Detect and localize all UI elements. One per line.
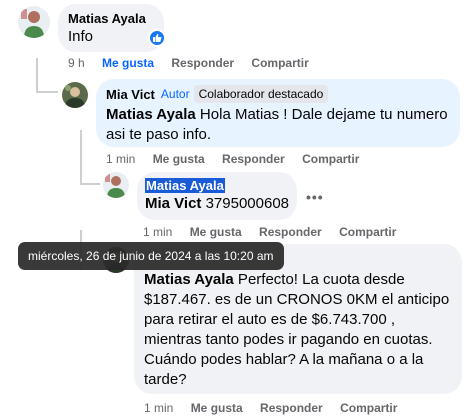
- reply-actions: 1 min Me gusta Responder Compartir: [106, 152, 373, 166]
- selected-text: Matias Ayala: [145, 178, 225, 193]
- like-button[interactable]: Me gusta: [102, 56, 154, 70]
- comment-text: Info: [68, 28, 94, 45]
- thread-line: [80, 183, 100, 185]
- reply-button[interactable]: Responder: [222, 152, 285, 166]
- share-button[interactable]: Compartir: [251, 56, 308, 70]
- reply-button[interactable]: Responder: [171, 56, 234, 70]
- avatar[interactable]: [18, 6, 50, 38]
- reply-button[interactable]: Responder: [260, 401, 323, 415]
- like-button[interactable]: Me gusta: [191, 401, 243, 415]
- comment-actions: 9 h Me gusta Responder Compartir: [68, 56, 323, 70]
- mention-link[interactable]: Matias Ayala: [106, 106, 196, 123]
- reply-bubble: Matias Ayala Mia Vict 3795000608: [137, 172, 297, 220]
- author-role: Autor: [160, 87, 190, 101]
- timestamp[interactable]: 1 min: [143, 225, 172, 239]
- reply-body: Perfecto! La cuota desde $187.467. es de…: [144, 271, 450, 388]
- reply-button[interactable]: Responder: [259, 225, 322, 239]
- thread-line: [80, 130, 82, 185]
- reply-text: Matias Ayala Hola Matias ! Dale dejame t…: [106, 105, 450, 145]
- share-button[interactable]: Compartir: [302, 152, 359, 166]
- avatar[interactable]: [103, 172, 129, 198]
- share-button[interactable]: Compartir: [340, 401, 397, 415]
- timestamp[interactable]: 1 min: [144, 401, 173, 415]
- reply-author[interactable]: Matias Ayala: [145, 178, 289, 193]
- timestamp[interactable]: 9 h: [68, 56, 85, 70]
- reply-body: 3795000608: [201, 195, 290, 212]
- reply-text: Matias Ayala Perfecto! La cuota desde $1…: [144, 270, 452, 390]
- share-button[interactable]: Compartir: [339, 225, 396, 239]
- like-button[interactable]: Me gusta: [190, 225, 242, 239]
- like-button[interactable]: Me gusta: [153, 152, 205, 166]
- thread-line: [36, 91, 58, 93]
- mention-link[interactable]: Matias Ayala: [144, 271, 234, 288]
- avatar[interactable]: [62, 82, 88, 108]
- reply-actions: 1 min Me gusta Responder Compartir: [144, 401, 411, 415]
- reply-actions: 1 min Me gusta Responder Compartir: [143, 225, 410, 239]
- mention-link[interactable]: Mia Vict: [145, 195, 201, 212]
- comment-author[interactable]: Matias Ayala: [68, 11, 154, 26]
- contributor-badge: Colaborador destacado: [193, 85, 329, 103]
- more-options-icon[interactable]: •••: [306, 189, 324, 205]
- timestamp[interactable]: 1 min: [106, 152, 135, 166]
- timestamp-tooltip: miércoles, 26 de junio de 2024 a las 10:…: [18, 242, 284, 270]
- like-reaction-icon[interactable]: [148, 29, 166, 47]
- reply-author[interactable]: Mia Vict: [106, 87, 155, 102]
- comment-bubble: Matias Ayala Info: [58, 4, 164, 52]
- reply-text: Mia Vict 3795000608: [145, 194, 289, 214]
- reply-bubble: Mia Vict Autor Colaborador destacado Mat…: [96, 79, 460, 147]
- thread-line: [36, 58, 38, 93]
